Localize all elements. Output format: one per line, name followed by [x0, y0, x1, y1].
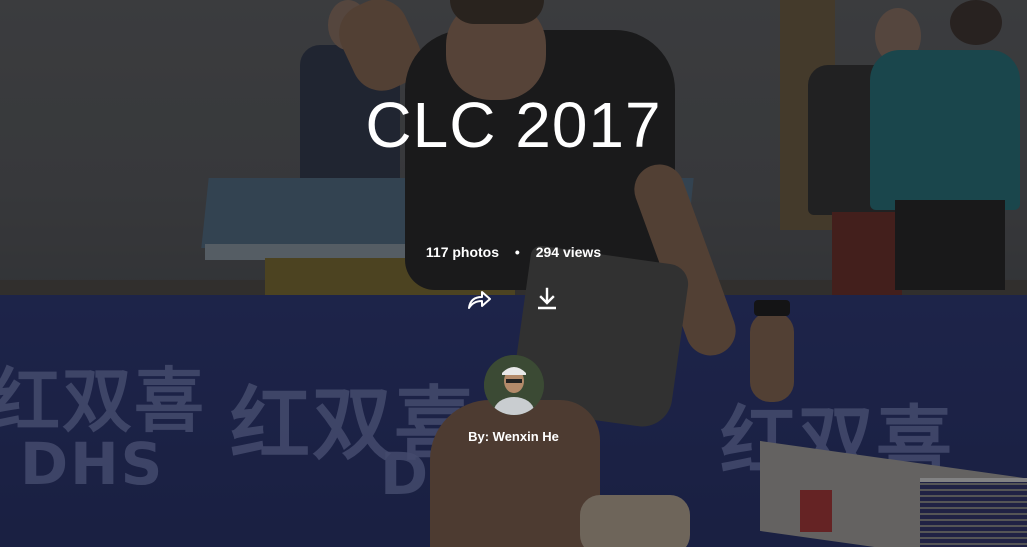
- album-title: CLC 2017: [365, 89, 662, 161]
- author-photo: [484, 355, 544, 415]
- share-icon: [468, 291, 491, 309]
- download-icon: [538, 287, 556, 310]
- album-header: CLC 2017 117 photos • 294 views By: Wenx…: [0, 0, 1027, 547]
- download-button[interactable]: [533, 286, 561, 314]
- author-byline[interactable]: By: Wenxin He: [0, 429, 1027, 444]
- album-actions: [465, 286, 575, 316]
- author-avatar[interactable]: [484, 355, 544, 415]
- view-count: 294 views: [535, 244, 602, 260]
- share-button[interactable]: [465, 286, 493, 314]
- stats-separator: •: [514, 244, 520, 260]
- photo-count: 117 photos: [425, 244, 500, 260]
- album-stats: 117 photos • 294 views: [0, 244, 1027, 260]
